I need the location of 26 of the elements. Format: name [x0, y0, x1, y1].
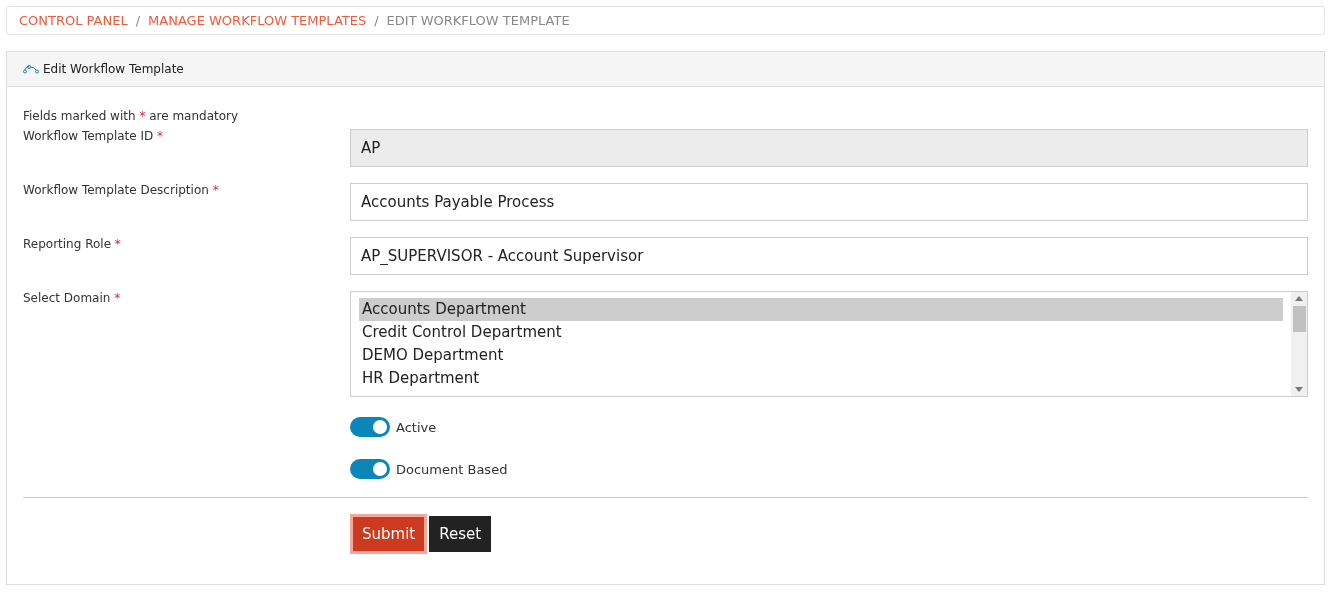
list-option[interactable]: Credit Control Department — [359, 321, 1283, 344]
breadcrumb-separator: / — [374, 13, 379, 28]
text-field[interactable]: AP_SUPERVISOR - Account Supervisor — [350, 237, 1308, 275]
reset-button[interactable]: Reset — [429, 516, 492, 552]
toggle-switch[interactable] — [350, 417, 390, 437]
panel-title: Edit Workflow Template — [43, 62, 184, 76]
scroll-up-icon[interactable] — [1295, 296, 1303, 301]
domain-list-box[interactable]: Accounts Department Credit Control Department DEMO Department HR Department — [350, 291, 1308, 397]
toggle-switch[interactable] — [350, 459, 390, 479]
field-label: Reporting Role * — [23, 237, 122, 251]
workflow-icon — [23, 64, 39, 74]
list-option[interactable]: Accounts Department — [359, 298, 1283, 321]
field-label: Workflow Template ID * — [23, 129, 165, 143]
scroll-thumb[interactable] — [1292, 306, 1306, 332]
field-label: Workflow Template Description * — [23, 183, 220, 197]
toggle-label: Active — [396, 419, 437, 435]
submit-button[interactable]: Submit — [350, 514, 428, 554]
list-option[interactable]: HR Department — [359, 367, 1283, 390]
current-page-label: EDIT WORKFLOW TEMPLATE — [386, 13, 570, 28]
list-option[interactable]: DEMO Department — [359, 344, 1283, 367]
toggle-label: Document Based — [396, 461, 508, 477]
breadcrumb-separator: / — [135, 13, 141, 28]
mandatory-note: Fields marked with * are mandatory — [23, 109, 240, 123]
text-field[interactable]: Accounts Payable Process — [350, 183, 1308, 221]
field-label: Select Domain * — [23, 291, 122, 305]
scroll-down-icon[interactable] — [1295, 387, 1303, 392]
